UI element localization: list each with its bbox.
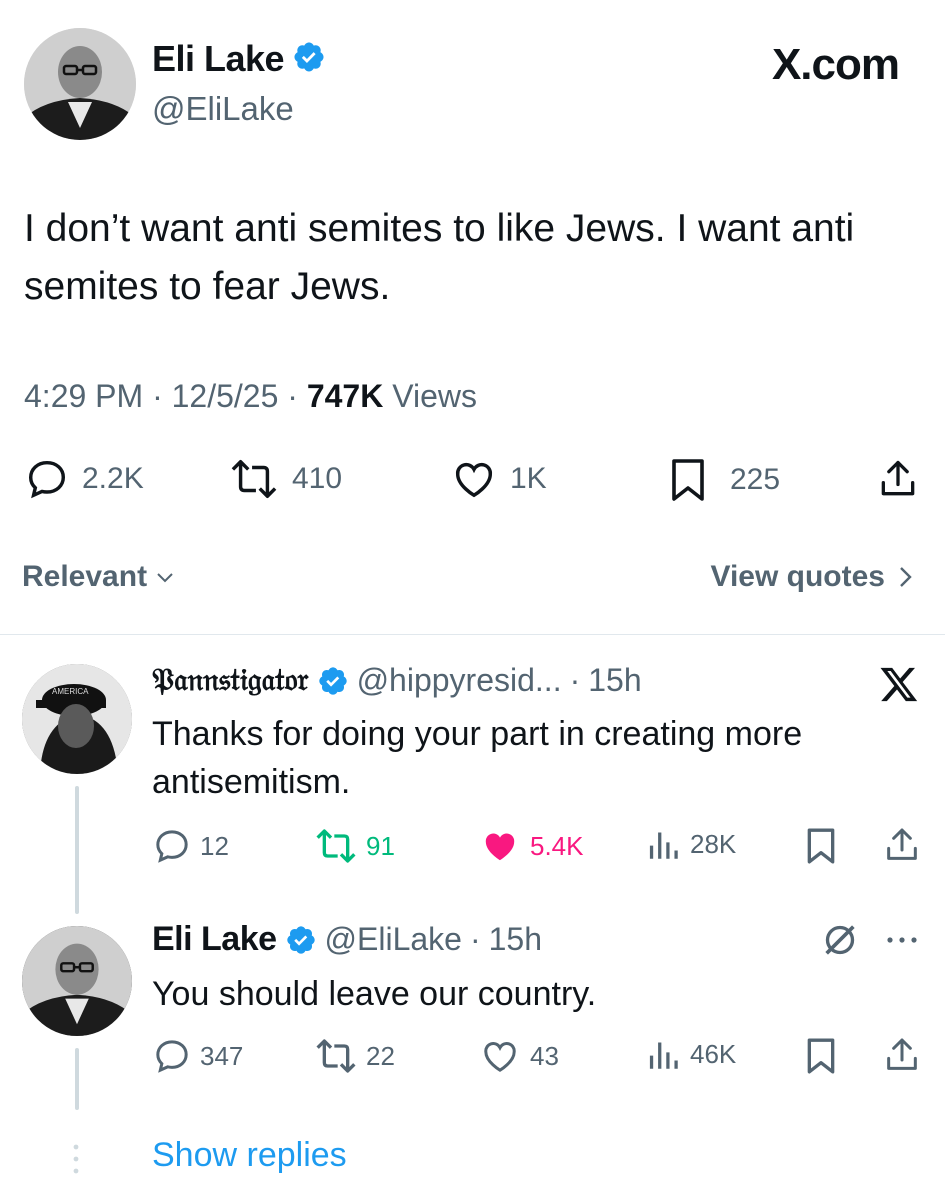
heart-icon (455, 462, 493, 498)
verified-badge-icon (317, 665, 349, 697)
reply-1-like-button[interactable]: 5.4K (480, 826, 584, 866)
reply-1-author-handle[interactable]: @hippyresid... (357, 662, 562, 699)
show-replies-link[interactable]: Show replies (152, 1136, 347, 1175)
repost-icon (231, 460, 277, 498)
svg-text:AMERICA: AMERICA (52, 687, 89, 696)
reply-2-repost-button[interactable]: 22 (314, 1036, 395, 1076)
reply-2-bookmark-button[interactable] (804, 1036, 838, 1081)
reply-2-author-handle[interactable]: @EliLake (325, 921, 462, 958)
sort-relevant-label: Relevant (22, 560, 148, 593)
reply-2-views-count: 46K (690, 1038, 737, 1069)
bookmark-icon (807, 1038, 835, 1074)
more-options-icon[interactable] (884, 926, 920, 959)
tweet-time[interactable]: 4:29 PM (24, 378, 143, 414)
meta-separator: · (152, 378, 172, 414)
reply-2-avatar[interactable] (22, 926, 132, 1036)
meta-separator: · (287, 378, 307, 414)
reply-1-avatar[interactable]: AMERICA (22, 664, 132, 774)
reply-2-author-name[interactable]: Eli Lake (152, 920, 277, 959)
reply-1-like-count: 5.4K (530, 830, 584, 861)
view-quotes-label: View quotes (710, 560, 886, 593)
thread-line (75, 786, 79, 914)
reply-button[interactable]: 2.2K (24, 456, 144, 502)
reply-2-reply-button[interactable]: 347 (152, 1036, 243, 1076)
bookmark-count: 225 (730, 463, 781, 496)
chevron-down-icon (157, 573, 173, 583)
reply-2-like-button[interactable]: 43 (480, 1036, 559, 1076)
views-label: Views (392, 378, 477, 414)
reply-1-age[interactable]: 15h (588, 662, 641, 699)
reply-2-views-button[interactable]: 46K (646, 1036, 736, 1072)
chevron-right-icon (900, 567, 912, 587)
reply-1-reply-button[interactable]: 12 (152, 826, 229, 866)
thread-line (75, 1048, 79, 1110)
verified-badge-icon (285, 924, 317, 956)
share-icon (881, 460, 915, 496)
share-button[interactable] (876, 456, 920, 507)
reply-icon (28, 460, 66, 499)
bookmark-icon (672, 459, 704, 501)
repost-icon (316, 829, 356, 863)
verified-badge-icon (292, 40, 326, 79)
thread-dots-icon (70, 1142, 82, 1181)
views-count: 747K (306, 378, 384, 414)
share-icon (887, 1038, 917, 1070)
heart-filled-icon (485, 833, 515, 861)
divider (0, 634, 945, 635)
reply-1-views-count: 28K (690, 828, 737, 859)
author-avatar[interactable] (24, 28, 136, 140)
reply-icon (156, 830, 188, 863)
like-count: 1K (510, 462, 547, 495)
reply-1-share-button[interactable] (882, 824, 922, 871)
reply-1-author-name[interactable]: 𝔓𝔞𝔫𝔫𝔰𝔱𝔦𝔤𝔞𝔱𝔬𝔯 (152, 662, 309, 699)
reply-1-repost-button[interactable]: 91 (314, 826, 395, 866)
reply-2-text: You should leave our country. (152, 975, 597, 1013)
bookmark-icon (807, 828, 835, 864)
meta-separator: · (469, 921, 481, 957)
reply-1-views-button[interactable]: 28K (646, 826, 736, 862)
reply-1-text: Thanks for doing your part in creating m… (152, 715, 803, 801)
reply-1-reply-count: 12 (200, 830, 229, 861)
reply-icon (156, 1040, 188, 1073)
sort-relevant-dropdown[interactable]: Relevant (22, 560, 177, 594)
like-button[interactable]: 1K (450, 456, 547, 502)
share-icon (887, 828, 917, 860)
author-handle[interactable]: @EliLake (152, 90, 294, 128)
analytics-icon (649, 832, 678, 859)
repost-count: 410 (292, 462, 343, 495)
repost-button[interactable]: 410 (228, 456, 342, 502)
reply-2-like-count: 43 (530, 1040, 559, 1071)
reply-2-repost-count: 22 (366, 1040, 395, 1071)
grok-icon[interactable] (820, 920, 860, 965)
bookmark-button[interactable]: 225 (668, 456, 780, 504)
meta-separator: · (569, 662, 581, 698)
reply-1-repost-count: 91 (366, 830, 395, 861)
tweet-text: I don’t want anti semites to like Jews. … (24, 207, 855, 308)
reply-2-share-button[interactable] (882, 1034, 922, 1081)
site-label: X.com (771, 40, 900, 89)
heart-icon (484, 1042, 516, 1072)
reply-count: 2.2K (82, 462, 144, 495)
reply-2-reply-count: 347 (200, 1040, 244, 1071)
x-logo-icon (878, 664, 920, 709)
analytics-icon (649, 1042, 678, 1069)
reply-2-age[interactable]: 15h (489, 921, 542, 958)
repost-icon (316, 1039, 356, 1073)
author-name[interactable]: Eli Lake (152, 38, 285, 80)
view-quotes-link[interactable]: View quotes (711, 560, 918, 594)
reply-1-bookmark-button[interactable] (804, 826, 838, 871)
tweet-meta: 4:29 PM · 12/5/25 · 747K Views (24, 378, 477, 415)
tweet-date[interactable]: 12/5/25 (172, 378, 279, 414)
